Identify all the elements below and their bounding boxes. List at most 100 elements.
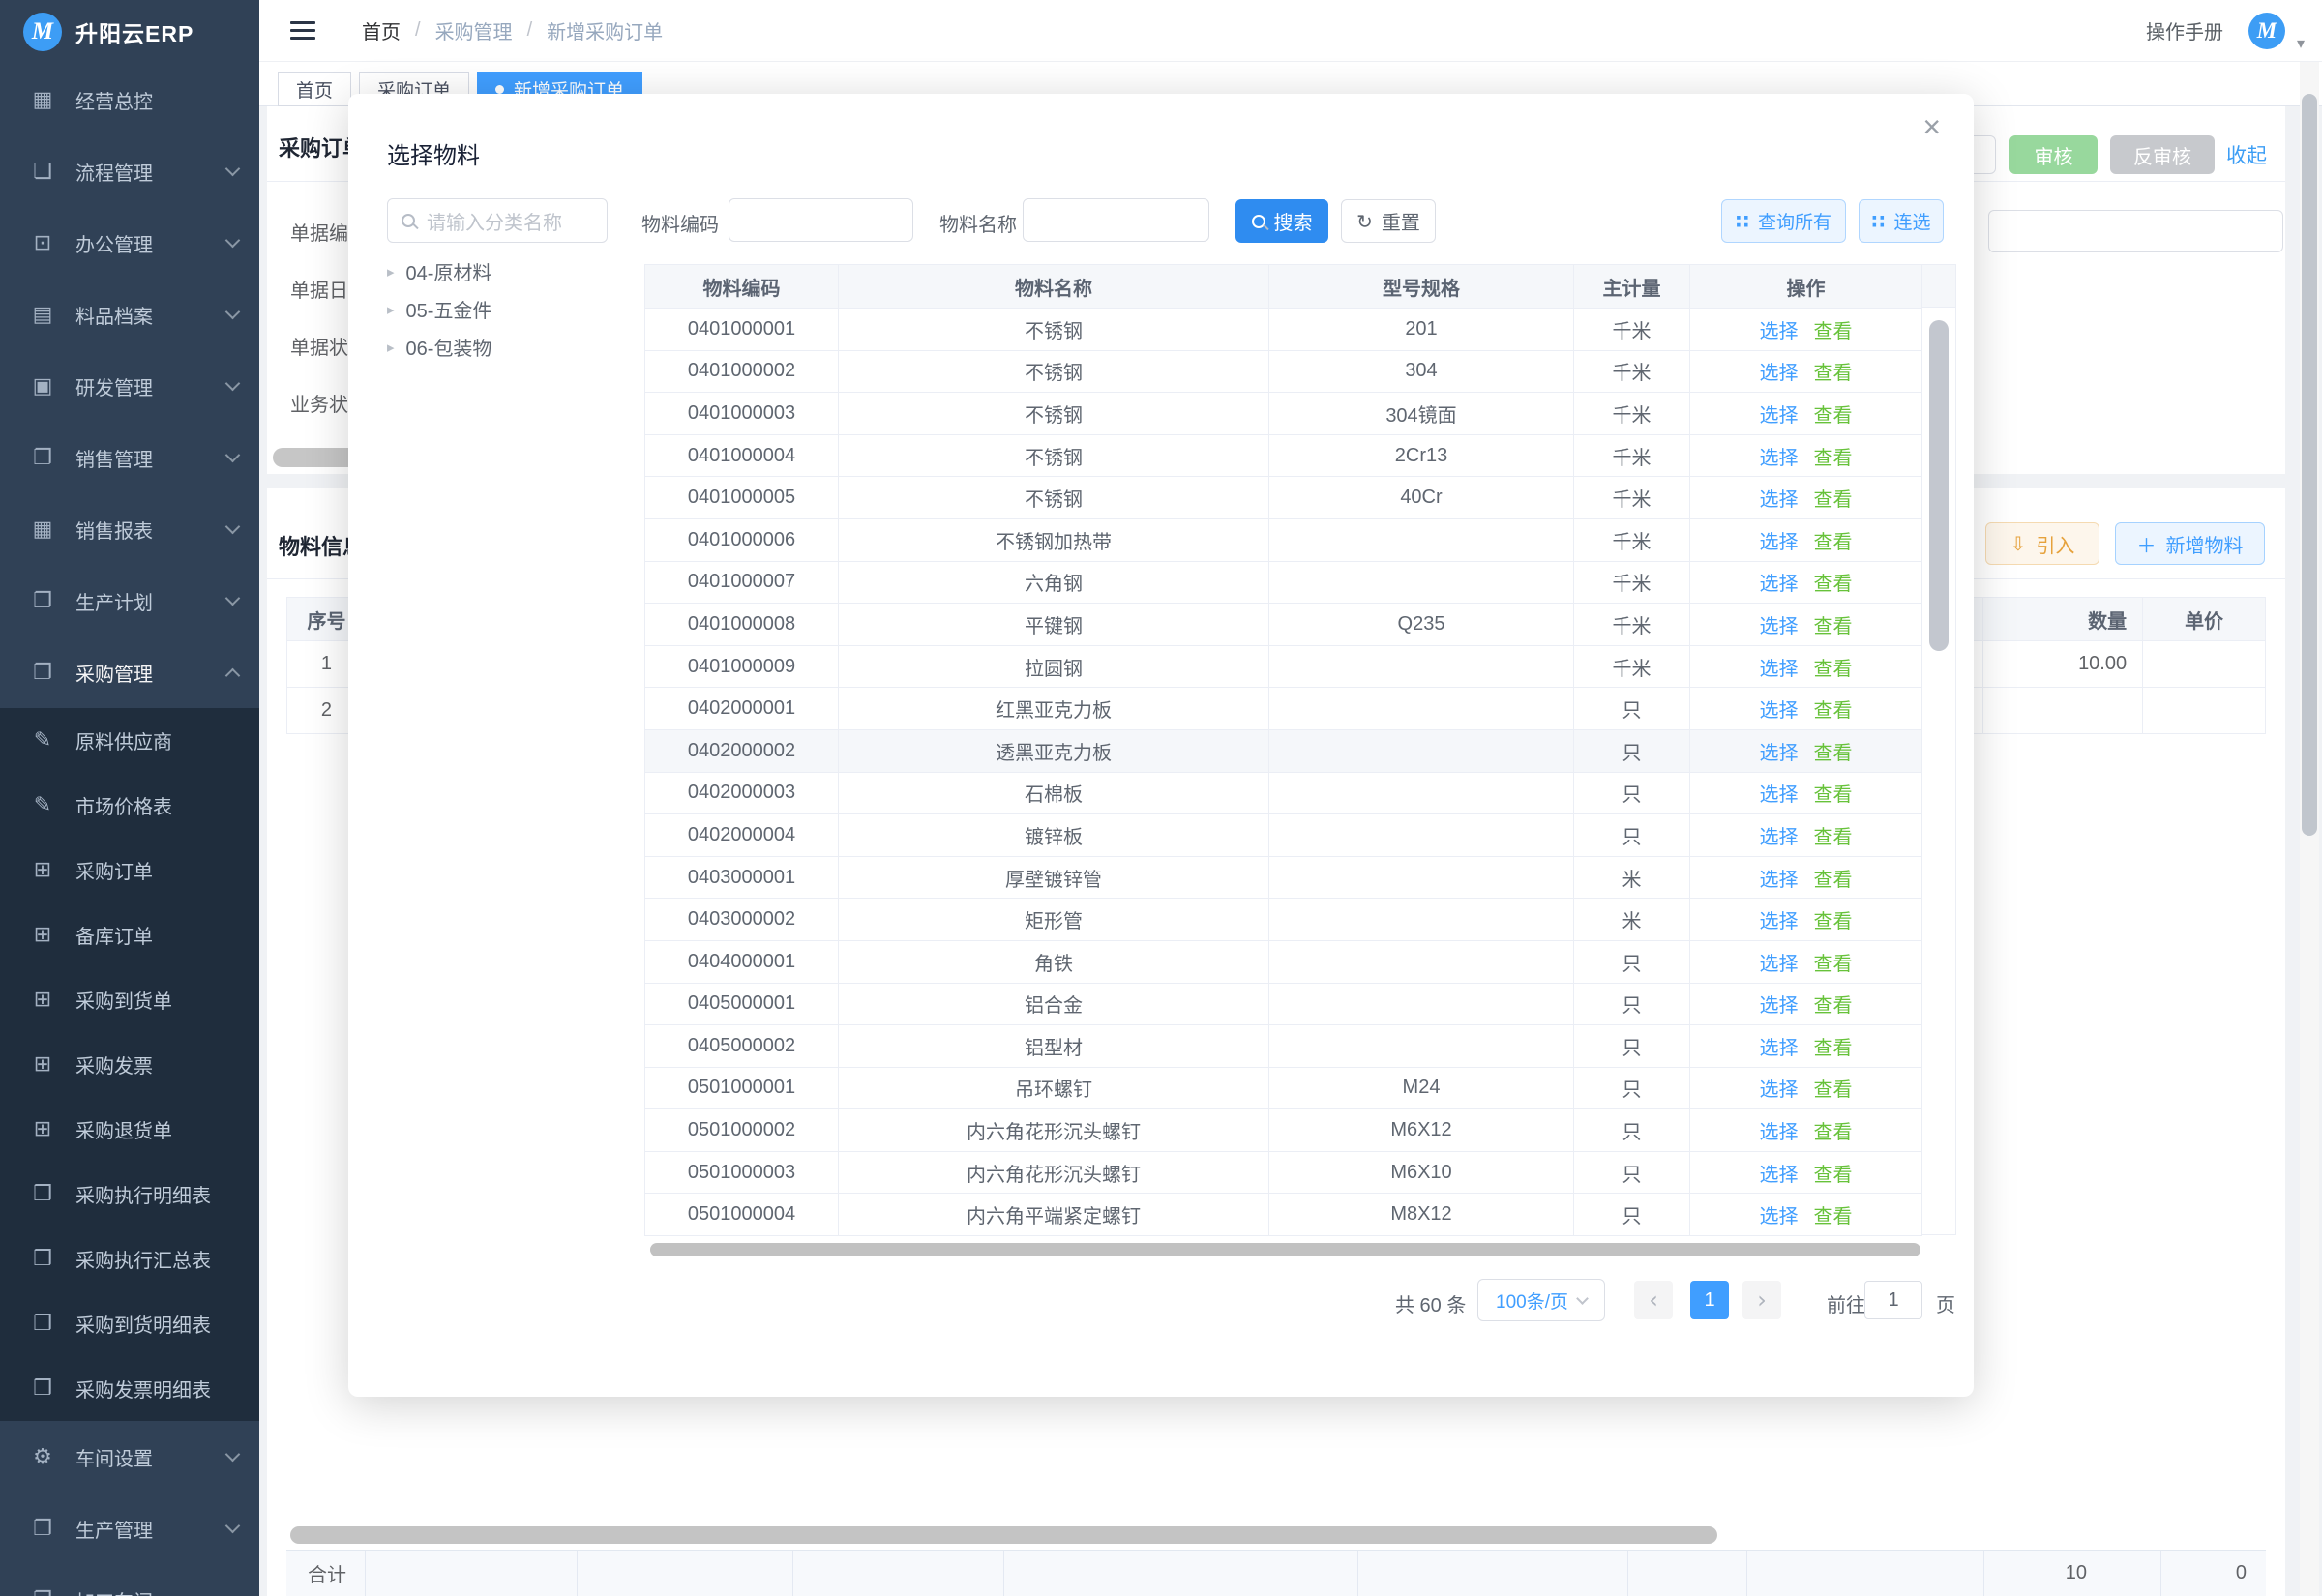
category-search-input[interactable]: 请输入分类名称 [387,198,608,243]
select-link[interactable]: 选择 [1760,1159,1799,1187]
material-row[interactable]: 0401000001 不锈钢 201 千米 选择 查看 [645,308,1921,350]
user-dropdown-caret-icon[interactable]: ▾ [2297,34,2305,53]
sidebar-subitem[interactable]: 采购发票 [0,1032,259,1097]
table-hscrollbar-thumb[interactable] [290,1526,1717,1544]
prev-page-button[interactable]: ‹ [1634,1281,1673,1319]
avatar[interactable]: M [2248,13,2285,49]
unaudit-button[interactable]: 反审核 [2110,135,2215,174]
material-row[interactable]: 0404000001 角铁 只 选择 查看 [645,940,1921,983]
view-link[interactable]: 查看 [1814,905,1853,933]
table-hscrollbar-thumb[interactable] [650,1243,1920,1256]
select-link[interactable]: 选择 [1760,399,1799,428]
select-link[interactable]: 选择 [1760,1116,1799,1144]
view-link[interactable]: 查看 [1814,315,1853,343]
add-material-button[interactable]: ＋ 新增物料 [2115,522,2265,565]
sidebar-subitem[interactable]: 原料供应商 [0,708,259,773]
sidebar-subitem[interactable]: 采购到货单 [0,967,259,1032]
multi-select-button[interactable]: ∷ 连选 [1859,199,1944,243]
sidebar-item[interactable]: 办公管理 [0,207,259,279]
audit-button[interactable]: 审核 [2009,135,2098,174]
material-row[interactable]: 0401000008 平键钢 Q235 千米 选择 查看 [645,603,1921,645]
page-tab[interactable]: 首页 [278,72,351,106]
close-icon[interactable]: × [1922,111,1941,142]
view-link[interactable]: 查看 [1814,526,1853,554]
select-link[interactable]: 选择 [1760,990,1799,1018]
view-link[interactable]: 查看 [1814,737,1853,765]
goto-page-input[interactable] [1864,1281,1922,1319]
current-page-button[interactable]: 1 [1690,1281,1729,1319]
page-size-select[interactable]: 100条/页 [1477,1279,1605,1321]
collapse-link[interactable]: 收起 [2226,140,2267,169]
breadcrumb-item[interactable]: 采购管理 [435,16,513,44]
select-link[interactable]: 选择 [1760,357,1799,385]
material-row[interactable]: 0405000002 铝型材 只 选择 查看 [645,1024,1921,1067]
material-row[interactable]: 0501000001 吊环螺钉 M24 只 选择 查看 [645,1067,1921,1109]
material-row[interactable]: 0401000006 不锈钢加热带 千米 选择 查看 [645,518,1921,561]
material-row[interactable]: 0403000001 厚壁镀锌管 米 选择 查看 [645,856,1921,899]
name-field-input[interactable] [1023,198,1209,242]
view-link[interactable]: 查看 [1814,610,1853,638]
view-link[interactable]: 查看 [1814,568,1853,596]
manual-link[interactable]: 操作手册 [2146,16,2223,44]
reset-button[interactable]: ↻ 重置 [1341,199,1436,243]
material-row[interactable]: 0403000002 矩形管 米 选择 查看 [645,898,1921,940]
select-link[interactable]: 选择 [1760,1032,1799,1060]
sidebar-item[interactable]: 料品档案 [0,279,259,350]
sidebar-subitem[interactable]: 采购执行明细表 [0,1162,259,1227]
sidebar-item[interactable]: 研发管理 [0,350,259,422]
material-row[interactable]: 0401000002 不锈钢 304 千米 选择 查看 [645,350,1921,393]
material-row[interactable]: 0402000002 透黑亚克力板 只 选择 查看 [645,729,1921,772]
select-link[interactable]: 选择 [1760,526,1799,554]
tree-expand-icon[interactable]: ▸ [387,301,395,318]
table-vscrollbar-thumb[interactable] [1929,320,1949,651]
select-link[interactable]: 选择 [1760,1200,1799,1228]
sidebar-subitem[interactable]: 采购发票明细表 [0,1356,259,1421]
material-row[interactable]: 0401000009 拉圆钢 千米 选择 查看 [645,645,1921,688]
tree-node[interactable]: ▸ 06-包装物 [387,328,491,366]
sidebar-subitem[interactable]: 采购到货明细表 [0,1291,259,1356]
view-link[interactable]: 查看 [1814,1032,1853,1060]
sidebar-item[interactable]: 销售报表 [0,493,259,565]
view-link[interactable]: 查看 [1814,357,1853,385]
material-row[interactable]: 0401000007 六角钢 千米 选择 查看 [645,561,1921,604]
material-row[interactable]: 0401000005 不锈钢 40Cr 千米 选择 查看 [645,476,1921,518]
select-link[interactable]: 选择 [1760,695,1799,723]
view-link[interactable]: 查看 [1814,1200,1853,1228]
view-link[interactable]: 查看 [1814,864,1853,892]
material-row[interactable]: 0402000003 石棉板 只 选择 查看 [645,772,1921,814]
breadcrumb-home[interactable]: 首页 [362,16,401,44]
view-link[interactable]: 查看 [1814,779,1853,807]
sidebar-item[interactable]: 销售管理 [0,422,259,493]
page-vscrollbar[interactable] [2300,62,2319,1596]
tree-expand-icon[interactable]: ▸ [387,339,395,356]
sidebar-item[interactable]: 车间设置 [0,1421,259,1493]
page-vscrollbar-thumb[interactable] [2302,94,2317,836]
material-row[interactable]: 0402000001 红黑亚克力板 只 选择 查看 [645,687,1921,729]
view-link[interactable]: 查看 [1814,653,1853,681]
select-link[interactable]: 选择 [1760,948,1799,976]
tree-expand-icon[interactable]: ▸ [387,263,395,281]
material-row[interactable]: 0501000004 内六角平端紧定螺钉 M8X12 只 选择 查看 [645,1193,1921,1235]
sidebar-subitem[interactable]: 采购退货单 [0,1097,259,1162]
material-row[interactable]: 0401000004 不锈钢 2Cr13 千米 选择 查看 [645,434,1921,477]
material-row[interactable]: 0501000003 内六角花形沉头螺钉 M6X10 只 选择 查看 [645,1151,1921,1194]
tree-node[interactable]: ▸ 05-五金件 [387,290,491,328]
view-link[interactable]: 查看 [1814,442,1853,470]
form-field-input[interactable] [1988,210,2283,252]
sidebar-subitem[interactable]: 采购执行汇总表 [0,1227,259,1291]
material-row[interactable]: 0501000002 内六角花形沉头螺钉 M6X12 只 选择 查看 [645,1108,1921,1151]
view-link[interactable]: 查看 [1814,1159,1853,1187]
view-link[interactable]: 查看 [1814,990,1853,1018]
table-vscrollbar[interactable] [1922,264,1956,1235]
sidebar-item[interactable]: 生产管理 [0,1493,259,1564]
sidebar-subitem[interactable]: 市场价格表 [0,773,259,838]
view-link[interactable]: 查看 [1814,399,1853,428]
select-link[interactable]: 选择 [1760,653,1799,681]
select-link[interactable]: 选择 [1760,1074,1799,1102]
select-link[interactable]: 选择 [1760,737,1799,765]
view-link[interactable]: 查看 [1814,1116,1853,1144]
view-link[interactable]: 查看 [1814,1074,1853,1102]
select-link[interactable]: 选择 [1760,864,1799,892]
view-link[interactable]: 查看 [1814,948,1853,976]
select-link[interactable]: 选择 [1760,568,1799,596]
